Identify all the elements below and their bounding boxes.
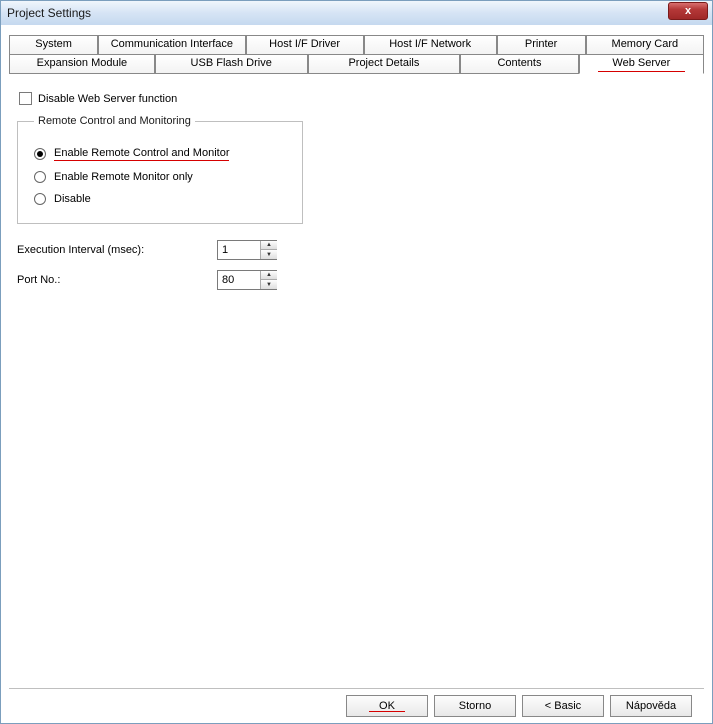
window-title: Project Settings bbox=[7, 6, 91, 20]
tab-host-if-driver[interactable]: Host I/F Driver bbox=[246, 35, 364, 55]
help-button[interactable]: Nápověda bbox=[610, 695, 692, 717]
spin-down-button[interactable]: ▼ bbox=[261, 250, 277, 259]
radio-disable[interactable]: Disable bbox=[34, 193, 286, 205]
dialog-content: System Communication Interface Host I/F … bbox=[1, 25, 712, 723]
tab-printer[interactable]: Printer bbox=[497, 35, 586, 55]
radio-disable-input[interactable] bbox=[34, 193, 46, 205]
tab-contents[interactable]: Contents bbox=[460, 54, 578, 74]
port-no-input[interactable] bbox=[218, 271, 260, 289]
chevron-down-icon: ▼ bbox=[266, 282, 272, 288]
chevron-up-icon: ▲ bbox=[266, 242, 272, 248]
web-server-panel: Disable Web Server function Remote Contr… bbox=[9, 84, 704, 688]
spin-down-button[interactable]: ▼ bbox=[261, 280, 277, 289]
spin-up-button[interactable]: ▲ bbox=[261, 241, 277, 250]
tab-project-details[interactable]: Project Details bbox=[308, 54, 461, 74]
radio-enable-control-monitor[interactable]: Enable Remote Control and Monitor bbox=[34, 147, 286, 161]
tab-communication-interface[interactable]: Communication Interface bbox=[98, 35, 245, 55]
tab-web-server[interactable]: Web Server bbox=[579, 54, 704, 74]
port-no-row: Port No.: ▲ ▼ bbox=[17, 270, 696, 290]
close-button[interactable]: x bbox=[668, 2, 708, 20]
tab-usb-flash-drive[interactable]: USB Flash Drive bbox=[155, 54, 308, 74]
ok-button[interactable]: OK bbox=[346, 695, 428, 717]
dialog-footer: OK Storno < Basic Nápověda bbox=[9, 688, 704, 723]
radio-enable-monitor-only-input[interactable] bbox=[34, 171, 46, 183]
window: Project Settings x System Communication … bbox=[0, 0, 713, 724]
tab-strip: System Communication Interface Host I/F … bbox=[9, 35, 704, 74]
execution-interval-input[interactable] bbox=[218, 241, 260, 259]
radio-enable-control-monitor-label: Enable Remote Control and Monitor bbox=[54, 147, 229, 161]
spin-up-button[interactable]: ▲ bbox=[261, 271, 277, 280]
port-no-label: Port No.: bbox=[17, 274, 217, 286]
tab-host-if-network[interactable]: Host I/F Network bbox=[364, 35, 497, 55]
basic-button[interactable]: < Basic bbox=[522, 695, 604, 717]
tab-expansion-module[interactable]: Expansion Module bbox=[9, 54, 155, 74]
execution-interval-row: Execution Interval (msec): ▲ ▼ bbox=[17, 240, 696, 260]
spin-buttons: ▲ ▼ bbox=[260, 271, 277, 289]
remote-control-legend: Remote Control and Monitoring bbox=[34, 115, 195, 127]
tab-row-1: System Communication Interface Host I/F … bbox=[9, 35, 704, 55]
remote-control-group: Remote Control and Monitoring Enable Rem… bbox=[17, 115, 303, 224]
tab-memory-card[interactable]: Memory Card bbox=[586, 35, 704, 55]
radio-enable-monitor-only-label: Enable Remote Monitor only bbox=[54, 171, 193, 183]
chevron-up-icon: ▲ bbox=[266, 272, 272, 278]
execution-interval-spinbox[interactable]: ▲ ▼ bbox=[217, 240, 277, 260]
port-no-spinbox[interactable]: ▲ ▼ bbox=[217, 270, 277, 290]
execution-interval-label: Execution Interval (msec): bbox=[17, 244, 217, 256]
tab-row-2: Expansion Module USB Flash Drive Project… bbox=[9, 54, 704, 74]
spin-buttons: ▲ ▼ bbox=[260, 241, 277, 259]
radio-enable-control-monitor-input[interactable] bbox=[34, 148, 46, 160]
radio-enable-monitor-only[interactable]: Enable Remote Monitor only bbox=[34, 171, 286, 183]
chevron-down-icon: ▼ bbox=[266, 252, 272, 258]
radio-disable-label: Disable bbox=[54, 193, 91, 205]
disable-web-server-checkbox[interactable] bbox=[19, 92, 32, 105]
titlebar: Project Settings x bbox=[1, 1, 712, 25]
disable-web-server-row[interactable]: Disable Web Server function bbox=[19, 92, 696, 105]
close-icon: x bbox=[685, 5, 691, 17]
disable-web-server-label: Disable Web Server function bbox=[38, 93, 177, 105]
storno-button[interactable]: Storno bbox=[434, 695, 516, 717]
tab-system[interactable]: System bbox=[9, 35, 98, 55]
